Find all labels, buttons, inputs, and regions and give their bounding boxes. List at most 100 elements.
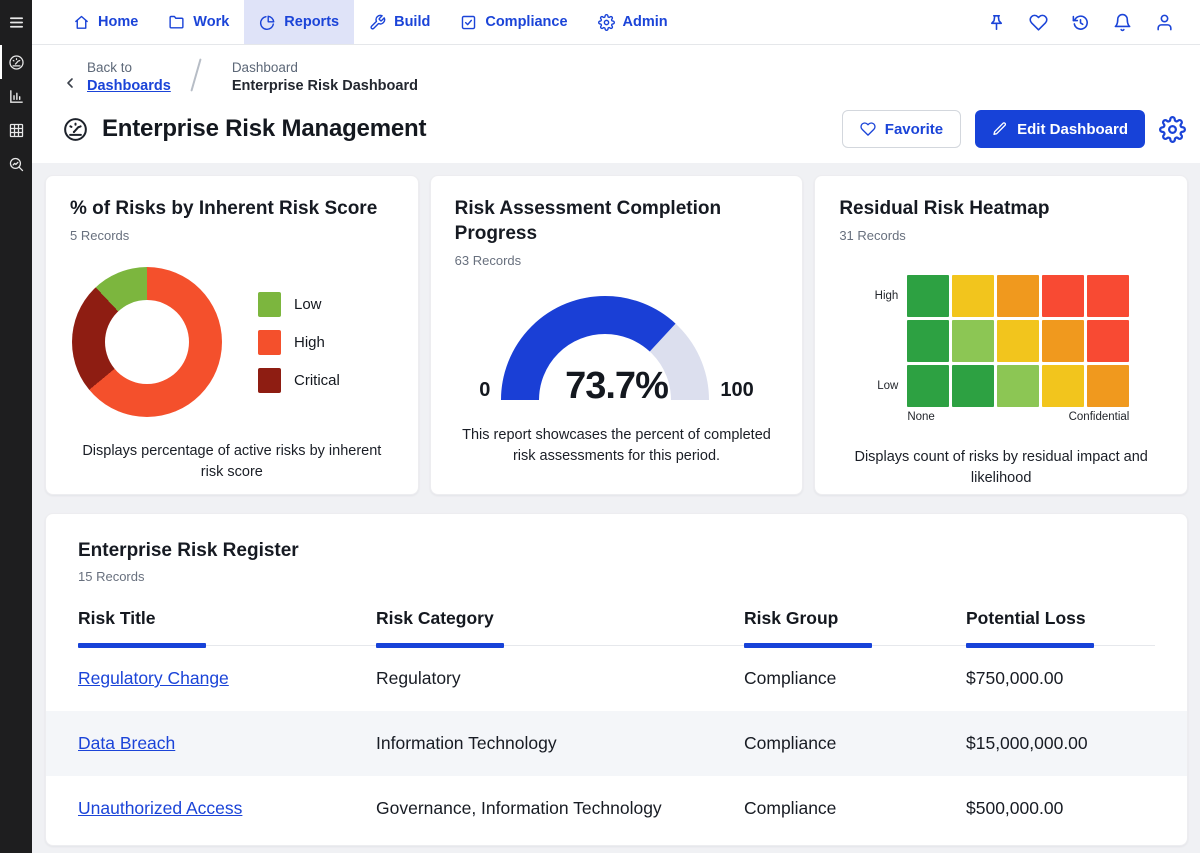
tab-label: Work — [193, 14, 229, 30]
risk-group-cell: Compliance — [744, 733, 966, 754]
heart-icon — [860, 121, 876, 137]
tab-compliance[interactable]: Compliance — [445, 0, 582, 44]
sidebar-item-dashboards[interactable] — [0, 45, 32, 79]
heatmap-chart: High — [861, 275, 1163, 423]
table-row: Unauthorized Access Governance, Informat… — [78, 776, 1155, 841]
heatmap-cell — [1042, 275, 1084, 317]
gauge-value: 73.7% — [565, 365, 668, 408]
heart-icon[interactable] — [1029, 13, 1048, 32]
risk-category-cell: Governance, Information Technology — [376, 798, 744, 819]
potential-loss-cell: $750,000.00 — [966, 668, 1155, 689]
bar-chart-icon — [8, 88, 25, 105]
heatmap-x-label-confidential: Confidential — [1069, 411, 1130, 423]
gauge-min-label: 0 — [479, 380, 490, 401]
heatmap-cell — [1087, 275, 1129, 317]
risk-category-cell: Information Technology — [376, 733, 744, 754]
nav-tabs: Home Work Reports Build Compliance Admin — [58, 0, 683, 44]
tab-label: Compliance — [485, 14, 567, 30]
legend-item: High — [258, 330, 340, 355]
legend-swatch — [258, 292, 281, 317]
tab-label: Reports — [284, 14, 339, 30]
heatmap-cell — [907, 365, 949, 407]
user-icon[interactable] — [1155, 13, 1174, 32]
edit-dashboard-button[interactable]: Edit Dashboard — [975, 110, 1145, 148]
gauge-max-label: 100 — [720, 380, 753, 401]
sidebar-item-search[interactable] — [0, 147, 32, 181]
tab-admin[interactable]: Admin — [583, 0, 683, 44]
donut-chart-card: % of Risks by Inherent Risk Score 5 Reco… — [45, 175, 419, 495]
risk-title-link[interactable]: Regulatory Change — [78, 668, 229, 688]
card-title: % of Risks by Inherent Risk Score — [70, 196, 394, 221]
dashboard-gauge-icon — [8, 54, 25, 71]
risk-group-cell: Compliance — [744, 668, 966, 689]
risk-category-cell: Regulatory — [376, 668, 744, 689]
record-count: 63 Records — [455, 253, 779, 268]
tab-label: Home — [98, 14, 138, 30]
history-icon[interactable] — [1071, 13, 1090, 32]
nav-utility-icons — [987, 13, 1174, 32]
potential-loss-cell: $15,000,000.00 — [966, 733, 1155, 754]
checkbox-icon — [460, 14, 477, 31]
sidebar-item-tables[interactable] — [0, 113, 32, 147]
heatmap-chart-card: Residual Risk Heatmap 31 Records High — [814, 175, 1188, 495]
breadcrumb-back: Back to Dashboards — [87, 60, 171, 94]
record-count: 5 Records — [70, 228, 394, 243]
breadcrumb-separator — [190, 58, 201, 91]
dashboard-gauge-icon — [62, 116, 89, 143]
pin-icon[interactable] — [987, 13, 1006, 32]
favorite-label: Favorite — [885, 121, 943, 138]
heatmap-cell — [997, 365, 1039, 407]
legend-swatch — [258, 330, 281, 355]
folder-icon — [168, 14, 185, 31]
tab-reports[interactable]: Reports — [244, 0, 354, 44]
heatmap-x-label-none: None — [907, 411, 935, 423]
top-navigation: Home Work Reports Build Compliance Admin — [32, 0, 1200, 45]
card-title: Residual Risk Heatmap — [839, 196, 1163, 221]
search-insights-icon — [8, 156, 25, 173]
settings-gear-icon[interactable] — [1159, 116, 1186, 143]
edit-dashboard-label: Edit Dashboard — [1017, 121, 1128, 138]
legend-label: High — [294, 334, 325, 351]
risk-group-cell: Compliance — [744, 798, 966, 819]
donut-chart — [72, 267, 222, 417]
risk-title-link[interactable]: Unauthorized Access — [78, 798, 242, 818]
card-title: Risk Assessment Completion Progress — [455, 196, 779, 246]
table-row: Data Breach Information Technology Compl… — [78, 711, 1155, 776]
heatmap-cell — [997, 275, 1039, 317]
column-header-risk-title[interactable]: Risk Title — [78, 608, 376, 645]
heatmap-cell — [952, 320, 994, 362]
column-sort-bar — [78, 643, 206, 648]
column-header-risk-group[interactable]: Risk Group — [744, 608, 966, 645]
heatmap-cell — [907, 275, 949, 317]
legend-label: Critical — [294, 372, 340, 389]
back-to-label: Back to — [87, 60, 171, 75]
home-icon — [73, 14, 90, 31]
chart-caption: Displays percentage of active risks by i… — [70, 441, 394, 483]
grid-icon — [8, 122, 25, 139]
favorite-button[interactable]: Favorite — [842, 110, 961, 148]
column-header-risk-category[interactable]: Risk Category — [376, 608, 744, 645]
heatmap-cell — [1087, 320, 1129, 362]
table-title: Enterprise Risk Register — [78, 540, 1155, 562]
breadcrumb-current: Dashboard Enterprise Risk Dashboard — [232, 60, 418, 94]
tab-work[interactable]: Work — [153, 0, 244, 44]
dashboards-link[interactable]: Dashboards — [87, 78, 171, 94]
sidebar-item-charts[interactable] — [0, 79, 32, 113]
risk-title-link[interactable]: Data Breach — [78, 733, 175, 753]
wrench-icon — [369, 14, 386, 31]
heatmap-cell — [952, 275, 994, 317]
tab-build[interactable]: Build — [354, 0, 445, 44]
legend-label: Low — [294, 296, 322, 313]
tab-home[interactable]: Home — [58, 0, 153, 44]
page-title: Enterprise Risk Management — [102, 115, 426, 143]
pie-chart-icon — [259, 14, 276, 31]
gauge-chart: 0 100 73.7% — [466, 294, 766, 401]
heatmap-y-label-low: Low — [861, 380, 907, 392]
gauge-chart-card: Risk Assessment Completion Progress 63 R… — [430, 175, 804, 495]
menu-icon[interactable] — [0, 0, 32, 45]
chevron-left-icon[interactable] — [62, 75, 78, 91]
column-header-potential-loss[interactable]: Potential Loss — [966, 608, 1155, 645]
bell-icon[interactable] — [1113, 13, 1132, 32]
legend-swatch — [258, 368, 281, 393]
tab-label: Admin — [623, 14, 668, 30]
